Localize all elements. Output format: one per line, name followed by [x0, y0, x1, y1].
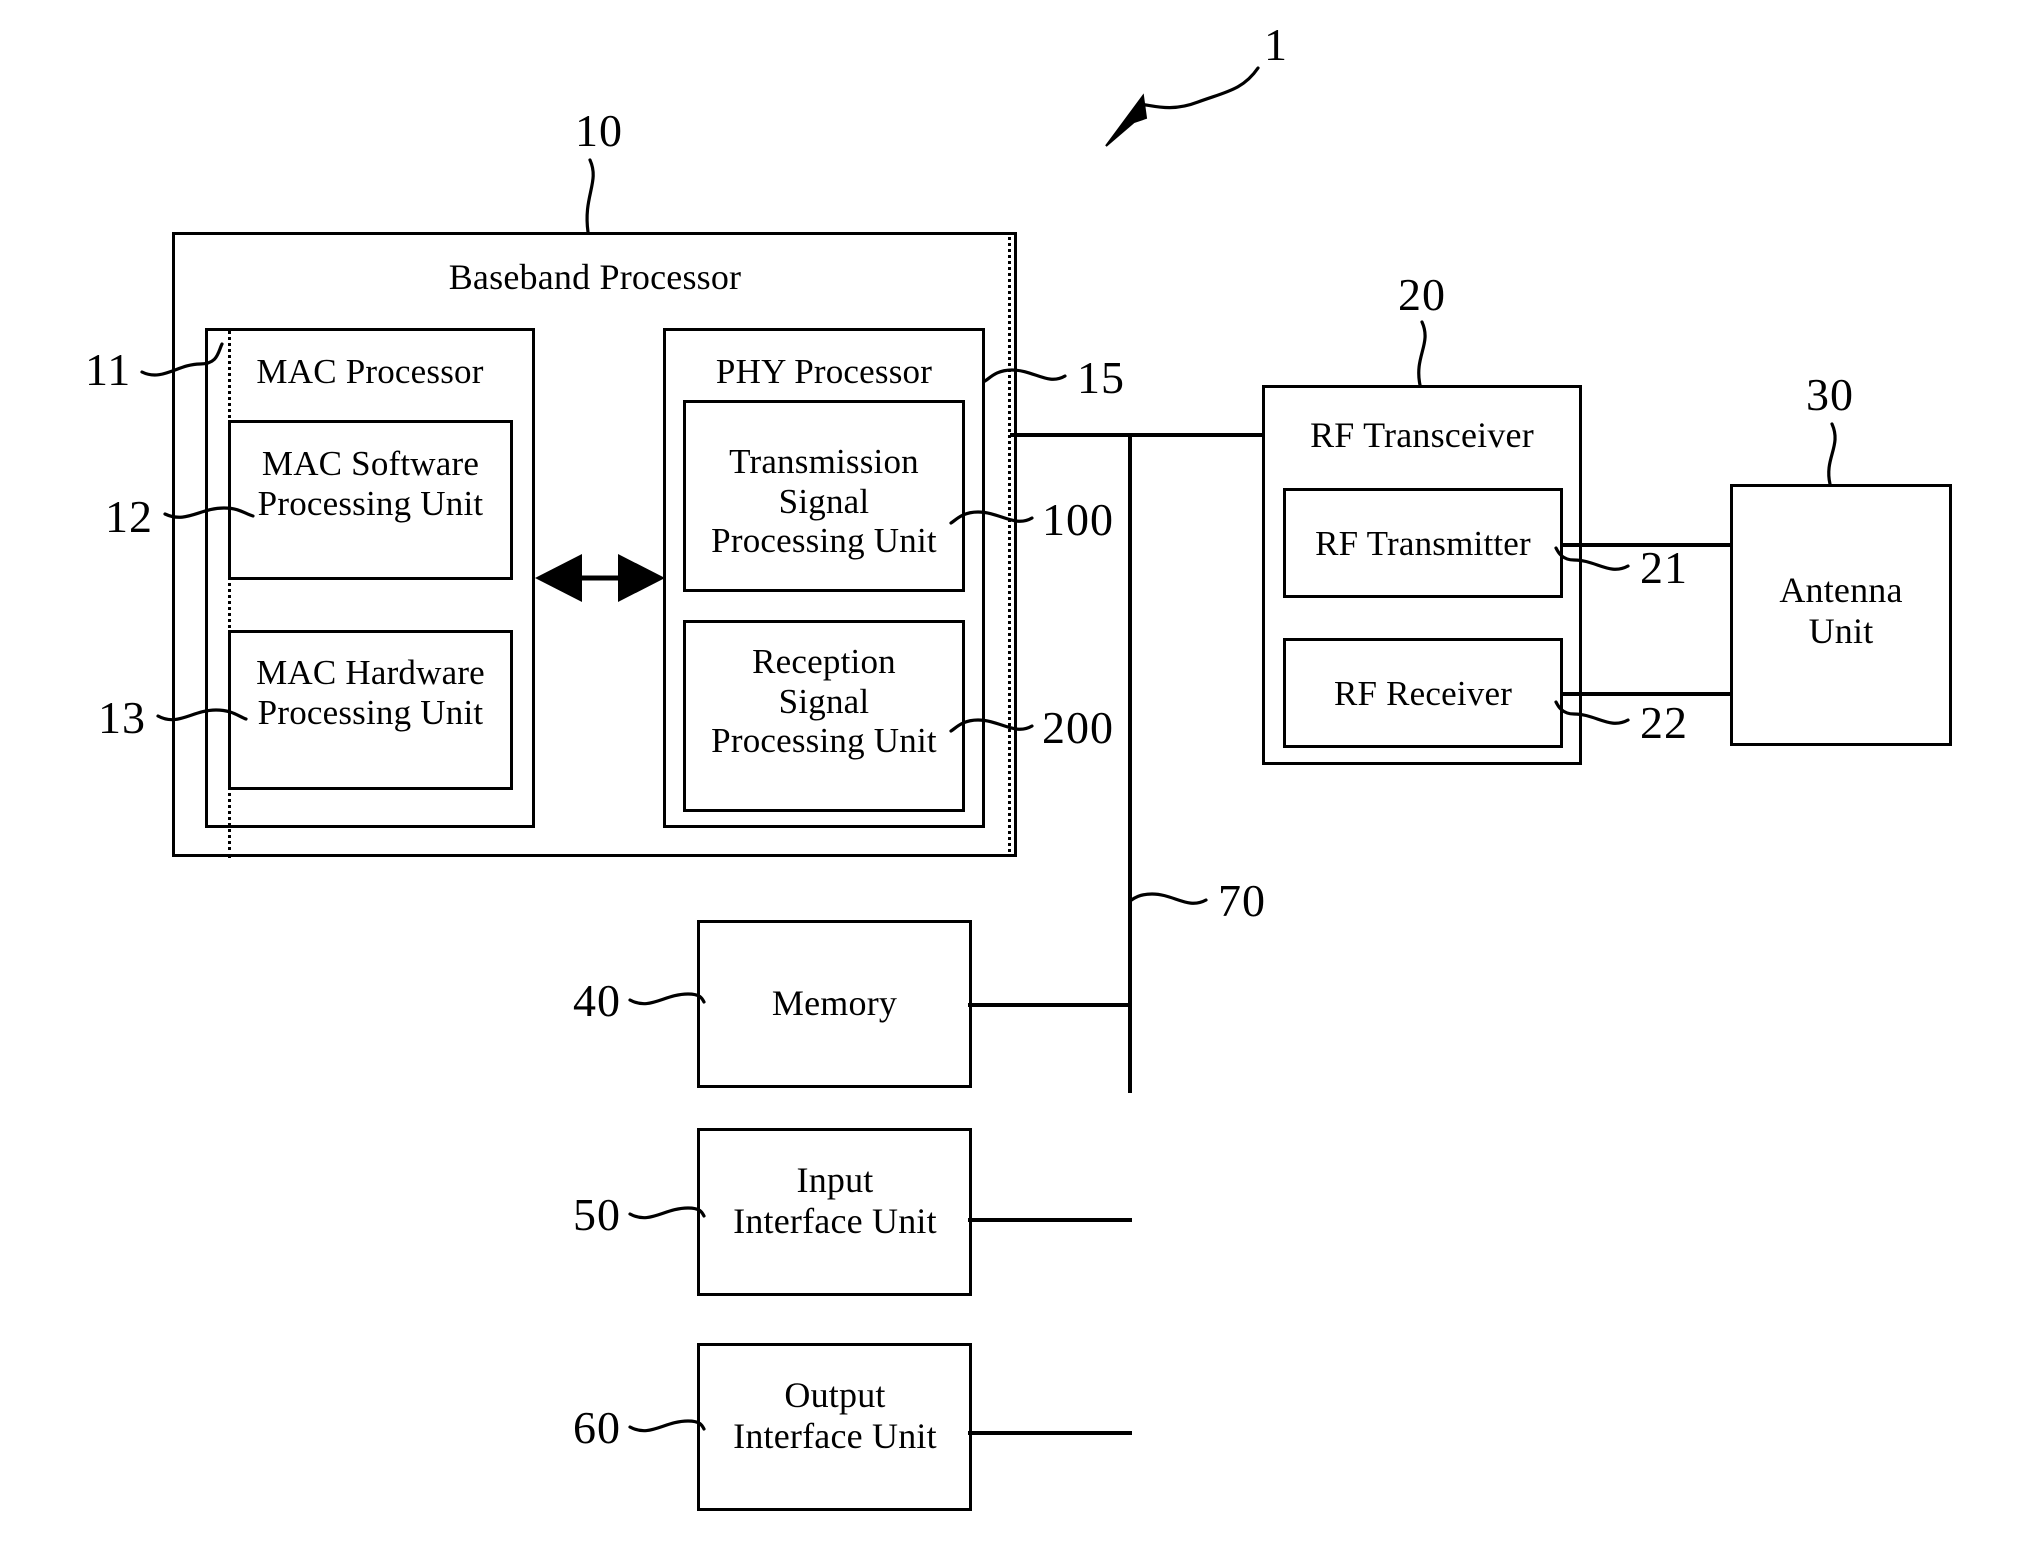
connector-rf-receiver-to-antenna: [1563, 692, 1733, 696]
mac-software-processing-unit-label: MAC Software Processing Unit: [257, 444, 484, 523]
ref-numeral-40: 40: [573, 975, 621, 1026]
leader-30: [1827, 422, 1837, 486]
transmission-signal-processing-unit-label: Transmission Signal Processing Unit: [711, 442, 937, 561]
connector-memory-to-bus: [968, 1003, 1132, 1007]
ref-numeral-13: 13: [98, 692, 146, 743]
connector-input-interface-to-bus: [968, 1218, 1132, 1222]
reception-signal-processing-unit-label: Reception Signal Processing Unit: [711, 642, 937, 761]
ref-numeral-21: 21: [1640, 542, 1688, 593]
ref-numeral-30: 30: [1806, 369, 1854, 420]
leader-10: [585, 158, 595, 234]
memory-label: Memory: [771, 983, 898, 1023]
ref-numeral-100: 100: [1042, 494, 1114, 545]
baseband-processor-dotted-boundary: [1008, 232, 1011, 857]
ref-numeral-11: 11: [85, 344, 132, 395]
leader-20: [1417, 320, 1427, 387]
mac-hardware-processing-unit-label: MAC Hardware Processing Unit: [256, 653, 485, 732]
input-interface-unit-label: Input Interface Unit: [733, 1160, 937, 1241]
leader-40: [628, 992, 706, 1006]
ref-numeral-200: 200: [1042, 702, 1114, 753]
output-interface-unit-label: Output Interface Unit: [733, 1375, 937, 1456]
ref-numeral-12: 12: [105, 491, 153, 542]
ref-numeral-15: 15: [1077, 352, 1125, 403]
ref-numeral-50: 50: [573, 1189, 621, 1240]
phy-processor-label: PHY Processor: [715, 352, 933, 391]
leader-70: [1128, 892, 1208, 905]
rf-transmitter-label: RF Transmitter: [1315, 524, 1531, 563]
ref-numeral-20: 20: [1398, 269, 1446, 320]
patent-block-diagram: Baseband Processor MAC Processor MAC Sof…: [0, 0, 2038, 1555]
figure-arrowhead: [1105, 93, 1148, 147]
ref-numeral-60: 60: [573, 1402, 621, 1453]
ref-numeral-22: 22: [1640, 697, 1688, 748]
mac-processor-label: MAC Processor: [256, 352, 484, 391]
ref-numeral-10: 10: [575, 105, 623, 156]
figure-arrow-leader: [1138, 66, 1260, 110]
ref-numeral-1: 1: [1264, 19, 1288, 70]
baseband-processor-label: Baseband Processor: [448, 257, 742, 297]
connector-output-interface-to-bus: [968, 1431, 1132, 1435]
connector-baseband-to-rf: [1010, 433, 1265, 437]
antenna-unit-label: Antenna Unit: [1779, 570, 1903, 651]
ref-numeral-70: 70: [1218, 875, 1266, 926]
rf-transceiver-label: RF Transceiver: [1310, 415, 1534, 455]
rf-receiver-label: RF Receiver: [1333, 674, 1513, 713]
system-bus-vertical: [1128, 433, 1132, 1093]
